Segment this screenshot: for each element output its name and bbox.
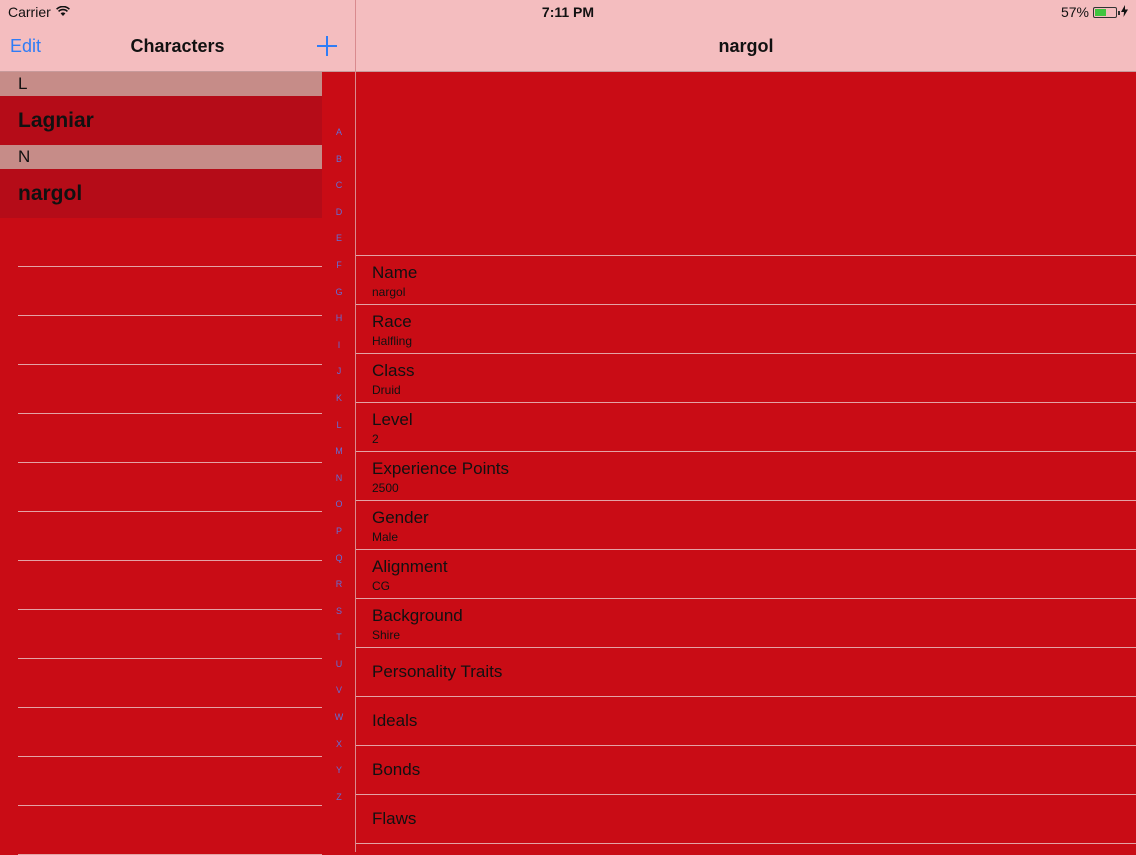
detail-row-background[interactable]: Background Shire	[356, 599, 1136, 648]
detail-header-area	[356, 72, 1136, 255]
field-label: Personality Traits	[372, 662, 503, 681]
index-letter[interactable]: M	[330, 441, 348, 468]
battery-fill	[1095, 8, 1107, 16]
master-nav-bar: Edit Characters	[0, 24, 355, 72]
field-value: Male	[372, 530, 399, 544]
battery-icon	[1093, 6, 1120, 18]
index-letter[interactable]: U	[330, 654, 348, 681]
character-row-nargol[interactable]: nargol	[0, 169, 322, 218]
index-letter[interactable]: P	[330, 521, 348, 548]
field-value: 2	[372, 432, 379, 446]
status-time: 7:11 PM	[541, 4, 595, 20]
field-value: CG	[372, 579, 390, 593]
detail-row-ideals[interactable]: Ideals	[356, 697, 1136, 746]
plus-icon	[317, 36, 337, 56]
add-character-button[interactable]	[315, 30, 339, 60]
empty-list-row	[18, 757, 322, 806]
index-letter[interactable]: F	[330, 255, 348, 282]
field-label: Gender	[372, 508, 429, 527]
index-letter[interactable]: C	[330, 175, 348, 202]
section-index[interactable]: ABCDEFGHIJKLMNOPQRSTUVWXYZ	[330, 122, 348, 813]
field-value: 2500	[372, 481, 399, 495]
empty-list-row	[18, 316, 322, 365]
field-label: Class	[372, 361, 415, 380]
index-letter[interactable]: I	[330, 335, 348, 362]
field-label: Background	[372, 606, 463, 625]
field-value: nargol	[372, 285, 406, 299]
index-letter[interactable]: N	[330, 468, 348, 495]
empty-list-row	[18, 512, 322, 561]
status-bar: Carrier 7:11 PM 57%	[0, 0, 1136, 24]
detail-row-bonds[interactable]: Bonds	[356, 746, 1136, 795]
field-label: Name	[372, 263, 418, 282]
field-value: Halfling	[372, 334, 413, 348]
detail-row-class[interactable]: Class Druid	[356, 354, 1136, 403]
index-letter[interactable]: D	[330, 202, 348, 229]
detail-row-personality-traits[interactable]: Personality Traits	[356, 648, 1136, 697]
empty-list-row	[18, 463, 322, 512]
index-letter[interactable]: O	[330, 494, 348, 521]
empty-list-row	[18, 218, 322, 267]
empty-list-row	[18, 561, 322, 610]
detail-nav-bar: nargol	[356, 24, 1136, 72]
charging-icon	[1121, 4, 1128, 20]
field-value: Druid	[372, 383, 401, 397]
index-letter[interactable]: Y	[330, 760, 348, 787]
master-title: Characters	[130, 36, 225, 56]
index-letter[interactable]: Q	[330, 548, 348, 575]
empty-list-row	[18, 414, 322, 463]
detail-row-level[interactable]: Level 2	[356, 403, 1136, 452]
field-label: Alignment	[372, 557, 448, 576]
field-label: Bonds	[372, 760, 421, 779]
index-letter[interactable]: H	[330, 308, 348, 335]
detail-row-experience-points[interactable]: Experience Points 2500	[356, 452, 1136, 501]
character-row-lagniar[interactable]: Lagniar	[0, 96, 322, 145]
index-letter[interactable]: A	[330, 122, 348, 149]
field-value: Shire	[372, 628, 401, 642]
detail-row-gender[interactable]: Gender Male	[356, 501, 1136, 550]
battery-percent: 57%	[1060, 4, 1089, 20]
character-list: L Lagniar N nargol	[0, 72, 322, 855]
index-letter[interactable]: K	[330, 388, 348, 415]
index-letter[interactable]: V	[330, 680, 348, 707]
detail-row-alignment[interactable]: Alignment CG	[356, 550, 1136, 599]
index-letter[interactable]: E	[330, 228, 348, 255]
index-letter[interactable]: G	[330, 282, 348, 309]
index-letter[interactable]: Z	[330, 787, 348, 814]
field-label: Experience Points	[372, 459, 510, 478]
section-header-n: N	[0, 145, 322, 169]
field-label: Flaws	[372, 809, 417, 828]
empty-list-row	[18, 610, 322, 659]
detail-row-flaws[interactable]: Flaws	[356, 795, 1136, 844]
empty-list-row	[18, 365, 322, 414]
detail-row-name[interactable]: Name nargol	[356, 256, 1136, 305]
detail-title: nargol	[718, 36, 774, 56]
field-label: Race	[372, 312, 412, 331]
index-letter[interactable]: B	[330, 149, 348, 176]
index-letter[interactable]: S	[330, 601, 348, 628]
index-letter[interactable]: T	[330, 627, 348, 654]
empty-list-row	[18, 708, 322, 757]
section-header-l: L	[0, 72, 322, 96]
empty-list-row	[18, 267, 322, 316]
empty-list-row	[18, 659, 322, 708]
index-letter[interactable]: J	[330, 361, 348, 388]
empty-rows	[0, 218, 322, 855]
detail-row-race[interactable]: Race Halfling	[356, 305, 1136, 354]
index-letter[interactable]: X	[330, 734, 348, 761]
field-label: Level	[372, 410, 413, 429]
detail-list: Name nargol Race Halfling Class Druid Level 2 Ex…	[356, 255, 1136, 844]
index-letter[interactable]: R	[330, 574, 348, 601]
empty-list-row	[18, 806, 322, 855]
index-letter[interactable]: W	[330, 707, 348, 734]
status-right: 57%	[1061, 4, 1128, 20]
index-letter[interactable]: L	[330, 415, 348, 442]
field-label: Ideals	[372, 711, 418, 730]
